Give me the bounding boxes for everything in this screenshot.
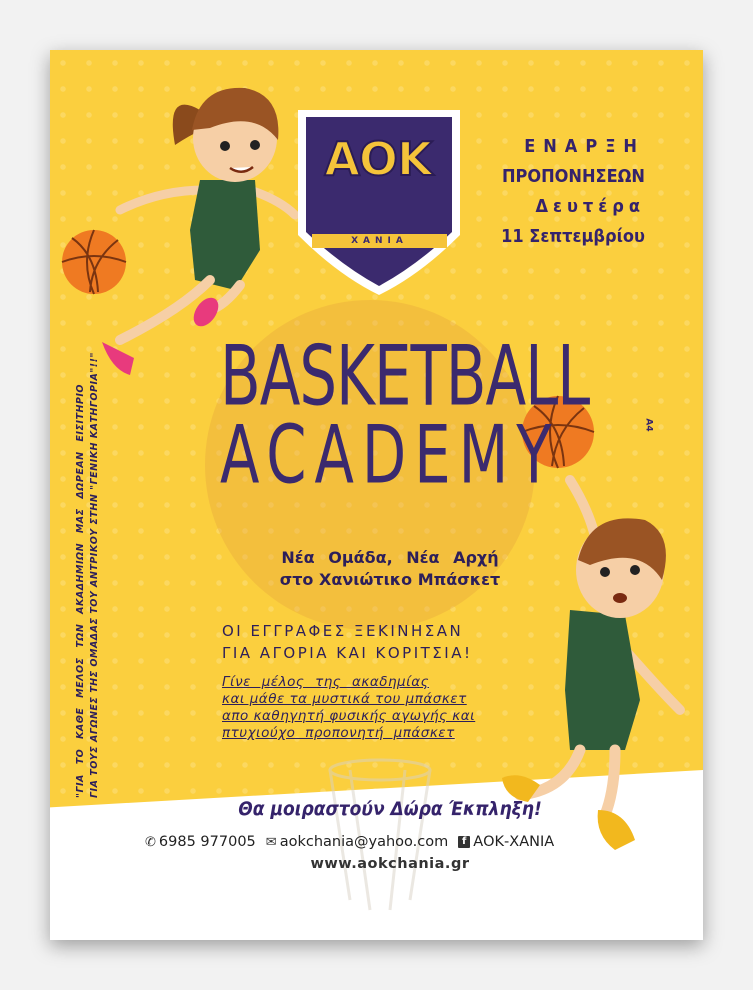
a4-badge: A4 <box>643 418 654 432</box>
slogan-line-1: Νέα Ομάδα, Νέα Αρχή <box>281 548 499 567</box>
join-line-1: Γίνε μέλος της ακαδημίας <box>222 674 430 690</box>
registration-line-2: ΓΙΑ ΑΓΟΡΙΑ ΚΑΙ ΚΟΡΙΤΣΙΑ! <box>222 644 473 662</box>
facebook-icon: f <box>458 836 471 848</box>
start-line-3: Δευτέρα <box>535 196 645 217</box>
email-address: aokchania@yahoo.com <box>279 834 449 850</box>
start-line-4: 11 Σεπτεμβρίου <box>501 226 645 247</box>
contact-row: ✆ 6985 977005 ✉ aokchania@yahoo.com f ΑΟ… <box>145 834 665 850</box>
gifts-announcement: Θα μοιραστούν Δώρα Έκπληξη! <box>238 798 542 820</box>
start-line-2: ΠΡΟΠΟΝΗΣΕΩΝ <box>501 166 645 187</box>
logo-ribbon: ΧΑΝΙΑ <box>351 236 408 246</box>
join-line-2: και μάθε τα μυστικά του μπάσκετ <box>222 691 467 707</box>
registration-line-1: ΟΙ ΕΓΓΡΑΦΕΣ ΞΕΚΙΝΗΣΑΝ <box>222 622 464 640</box>
slogan: Νέα Ομάδα, Νέα Αρχή στο Χανιώτικο Μπάσκε… <box>200 547 580 591</box>
title-line-2: ACADEMY <box>220 409 560 503</box>
academy-title: BASKETBALL ACADEMY <box>220 328 590 502</box>
phone-icon: ✆ <box>145 834 156 850</box>
slogan-line-2: στο Χανιώτικο Μπάσκετ <box>279 570 501 589</box>
start-line-1: ΕΝΑΡΞΗ <box>524 136 645 157</box>
free-ticket-note: "ΓΙΑ ΤΟ ΚΑΘΕ ΜΕΛΟΣ ΤΩΝ ΑΚΑΔΗΜΙΩΝ ΜΑΣ ΔΩΡ… <box>74 352 102 798</box>
join-line-3: απο καθηγητή φυσικής αγωγής και <box>222 708 476 724</box>
join-line-4: πτυχιούχο προπονητή μπάσκετ <box>222 725 455 741</box>
basketball-icon <box>61 229 127 295</box>
flyer: ΑΟΚ ΧΑΝΙΑ ΕΝΑΡΞΗ ΠΡΟΠΟΝΗΣΕΩΝ Δευτέρα 11 … <box>50 50 703 940</box>
phone-number: 6985 977005 <box>158 834 256 850</box>
join-description: Γίνε μέλος της ακαδημίας και μάθε τα μυσ… <box>222 674 542 742</box>
training-start-info: ΕΝΑΡΞΗ ΠΡΟΠΟΝΗΣΕΩΝ Δευτέρα 11 Σεπτεμβρίο… <box>475 132 645 252</box>
registration-notice: ΟΙ ΕΓΓΡΑΦΕΣ ΞΕΚΙΝΗΣΑΝ ΓΙΑ ΑΓΟΡΙΑ ΚΑΙ ΚΟΡ… <box>222 620 542 664</box>
note-line-1: "ΓΙΑ ΤΟ ΚΑΘΕ ΜΕΛΟΣ ΤΩΝ ΑΚΑΔΗΜΙΩΝ ΜΑΣ ΔΩΡ… <box>75 384 86 798</box>
website-link[interactable]: www.aokchania.gr <box>190 856 590 872</box>
phone-contact[interactable]: ✆ 6985 977005 <box>145 834 256 850</box>
facebook-page: ΑΟΚ-ΧΑΝΙΑ <box>473 834 555 850</box>
facebook-contact[interactable]: f ΑΟΚ-ΧΑΝΙΑ <box>458 834 554 850</box>
email-contact[interactable]: ✉ aokchania@yahoo.com <box>266 834 448 850</box>
boy-player-illustration <box>502 475 685 850</box>
note-line-2: ΓΙΑ ΤΟΥΣ ΑΓΩΝΕΣ ΤΗΣ ΟΜΑΔΑΣ ΤΟΥ ΑΝΤΡΙΚΟΥ … <box>89 352 100 798</box>
mail-icon: ✉ <box>265 834 277 850</box>
logo-letters: ΑΟΚ <box>323 131 433 187</box>
